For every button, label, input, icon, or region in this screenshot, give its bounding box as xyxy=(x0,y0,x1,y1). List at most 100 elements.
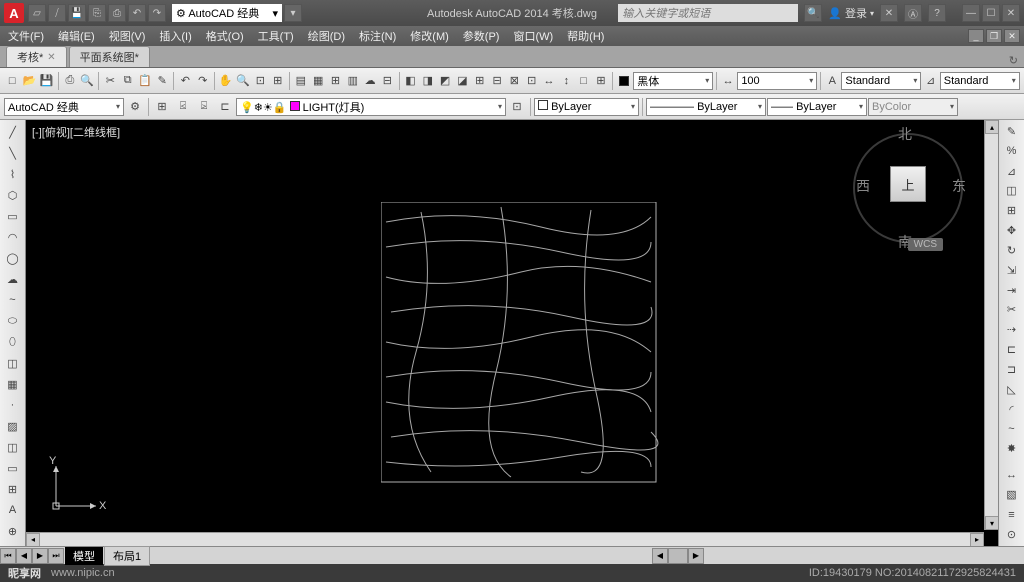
hscroll-right-icon[interactable]: ▶ xyxy=(688,548,704,564)
scroll-left-icon[interactable]: ◂ xyxy=(26,533,40,547)
scroll-right-icon[interactable]: ▸ xyxy=(970,533,984,547)
mdi-restore-button[interactable]: ❐ xyxy=(986,29,1002,43)
qat-plot-icon[interactable]: ⎙ xyxy=(108,4,126,22)
menu-window[interactable]: 窗口(W) xyxy=(513,28,553,44)
menu-modify[interactable]: 修改(M) xyxy=(410,28,449,44)
tb-copy-icon[interactable]: ⧉ xyxy=(119,71,135,91)
tb-plot-icon[interactable]: ⎙ xyxy=(62,71,78,91)
menu-help[interactable]: 帮助(H) xyxy=(567,28,604,44)
menu-insert[interactable]: 插入(I) xyxy=(159,28,191,44)
xline-tool-icon[interactable]: ╲ xyxy=(3,143,23,163)
exchange-icon[interactable]: ✕ xyxy=(880,4,898,22)
viewcube[interactable]: 北 南 西 东 上 xyxy=(848,128,968,248)
viewcube-north[interactable]: 北 xyxy=(898,124,912,144)
layout-tab-model[interactable]: 模型 xyxy=(65,547,103,565)
drawing-canvas[interactable]: [-][俯视][二维线框] 北 南 西 东 xyxy=(26,120,998,546)
tb-block-icon[interactable]: ◩ xyxy=(437,71,453,91)
menu-view[interactable]: 视图(V) xyxy=(109,28,146,44)
rotate-tool-icon[interactable]: ↻ xyxy=(1002,241,1022,260)
dist-tool-icon[interactable]: ↔ xyxy=(1002,466,1022,485)
layer-lock-icon[interactable]: ⊏ xyxy=(215,97,235,117)
tb-layeriso-icon[interactable]: ◨ xyxy=(420,71,436,91)
tb-props-icon[interactable]: ▤ xyxy=(293,71,309,91)
tb-vp2-icon[interactable]: ⊟ xyxy=(489,71,505,91)
id-tool-icon[interactable]: ⊙ xyxy=(1002,525,1022,544)
scroll-up-icon[interactable]: ▴ xyxy=(985,120,998,134)
qat-saveas-icon[interactable]: ⎘ xyxy=(88,4,106,22)
point-tool-icon[interactable]: · xyxy=(3,395,23,415)
workspace-dropdown[interactable]: ⚙ AutoCAD 经典 ▾ xyxy=(172,4,282,22)
vertical-scrollbar[interactable]: ▴ ▾ xyxy=(984,120,998,530)
tb-group-icon[interactable]: □ xyxy=(575,71,591,91)
polyline-tool-icon[interactable]: ⌇ xyxy=(3,164,23,184)
qat-undo-icon[interactable]: ↶ xyxy=(128,4,146,22)
mtext-tool-icon[interactable]: A xyxy=(3,500,23,520)
explode-tool-icon[interactable]: ✸ xyxy=(1002,439,1022,458)
hatch-tool-icon[interactable]: ▨ xyxy=(3,416,23,436)
minimize-button[interactable]: — xyxy=(962,4,980,22)
help-icon[interactable]: ? xyxy=(928,4,946,22)
color-dropdown[interactable]: 黑体▾ xyxy=(633,72,713,90)
tb-open-icon[interactable]: 📂 xyxy=(21,71,37,91)
qat-open-icon[interactable]: ⧸ xyxy=(48,4,66,22)
chamfer-tool-icon[interactable]: ◺ xyxy=(1002,380,1022,399)
line-tool-icon[interactable]: ╱ xyxy=(3,122,23,142)
scroll-down-icon[interactable]: ▾ xyxy=(985,516,998,530)
menu-tools[interactable]: 工具(T) xyxy=(258,28,294,44)
layer-prev-icon[interactable]: ⊡ xyxy=(507,97,527,117)
qat-redo-icon[interactable]: ↷ xyxy=(148,4,166,22)
lineweight-dropdown[interactable]: —— ByLayer▾ xyxy=(767,98,867,116)
tb-zoom-prev-icon[interactable]: ⊞ xyxy=(270,71,286,91)
annoscale-icon[interactable]: ↔ xyxy=(720,71,736,91)
document-tab[interactable]: 平面系统图* xyxy=(69,46,150,67)
join-tool-icon[interactable]: ⊐ xyxy=(1002,360,1022,379)
mdi-close-button[interactable]: ✕ xyxy=(1004,29,1020,43)
hscroll-left-icon[interactable]: ◀ xyxy=(652,548,668,564)
fillet-tool-icon[interactable]: ◜ xyxy=(1002,400,1022,419)
viewcube-west[interactable]: 西 xyxy=(856,176,870,196)
qat-overflow-icon[interactable]: ▾ xyxy=(284,4,302,22)
mirror-tool-icon[interactable]: ⊿ xyxy=(1002,162,1022,181)
spline-tool-icon[interactable]: ~ xyxy=(3,290,23,310)
document-tab-active[interactable]: 考核* ✕ xyxy=(6,46,67,67)
menu-file[interactable]: 文件(F) xyxy=(8,28,44,44)
break-tool-icon[interactable]: ⊏ xyxy=(1002,340,1022,359)
layer-mgr-icon[interactable]: ⊞ xyxy=(152,97,172,117)
menu-format[interactable]: 格式(O) xyxy=(206,28,244,44)
extend-tool-icon[interactable]: ⇢ xyxy=(1002,320,1022,339)
layout-first-icon[interactable]: ⏮ xyxy=(0,548,16,564)
wcs-badge[interactable]: WCS xyxy=(908,238,943,251)
viewcube-top-face[interactable]: 上 xyxy=(890,166,926,202)
tb-zoom-rt-icon[interactable]: 🔍 xyxy=(235,71,251,91)
tb-pan-icon[interactable]: ✋ xyxy=(218,71,234,91)
tb-vp4-icon[interactable]: ⊡ xyxy=(524,71,540,91)
menu-parametric[interactable]: 参数(P) xyxy=(463,28,500,44)
tb-measure-icon[interactable]: ↔ xyxy=(541,71,557,91)
stretch-tool-icon[interactable]: ⇥ xyxy=(1002,281,1022,300)
circle-tool-icon[interactable]: ◯ xyxy=(3,248,23,268)
revcloud-tool-icon[interactable]: ☁ xyxy=(3,269,23,289)
app-logo[interactable]: A xyxy=(4,3,24,23)
tb-xref-icon[interactable]: ◪ xyxy=(454,71,470,91)
tb-paste-icon[interactable]: 📋 xyxy=(137,71,153,91)
block-tool-icon[interactable]: ▦ xyxy=(3,374,23,394)
layer-filter-icon[interactable]: ⍄ xyxy=(194,97,214,117)
layout-next-icon[interactable]: ▶ xyxy=(32,548,48,564)
tab-overflow-icon[interactable]: ↻ xyxy=(1009,54,1018,67)
search-icon[interactable]: 🔍 xyxy=(804,4,822,22)
tb-new-icon[interactable]: □ xyxy=(4,71,20,91)
erase-tool-icon[interactable]: ✎ xyxy=(1002,122,1022,141)
trim-tool-icon[interactable]: ✂ xyxy=(1002,300,1022,319)
ellipse-tool-icon[interactable]: ⬭ xyxy=(3,311,23,331)
qat-new-icon[interactable]: ▱ xyxy=(28,4,46,22)
copy-tool-icon[interactable]: % xyxy=(1002,142,1022,161)
tb-zoom-win-icon[interactable]: ⊡ xyxy=(252,71,268,91)
ellipsearc-tool-icon[interactable]: ⬯ xyxy=(3,332,23,352)
table-tool-icon[interactable]: ⊞ xyxy=(3,479,23,499)
list-tool-icon[interactable]: ≡ xyxy=(1002,505,1022,524)
workspace-combo[interactable]: AutoCAD 经典▾ xyxy=(4,98,124,116)
tb-dc-icon[interactable]: ▦ xyxy=(310,71,326,91)
polygon-tool-icon[interactable]: ⬡ xyxy=(3,185,23,205)
layout-tab-layout1[interactable]: 布局1 xyxy=(104,546,150,566)
tb-vp1-icon[interactable]: ⊞ xyxy=(472,71,488,91)
